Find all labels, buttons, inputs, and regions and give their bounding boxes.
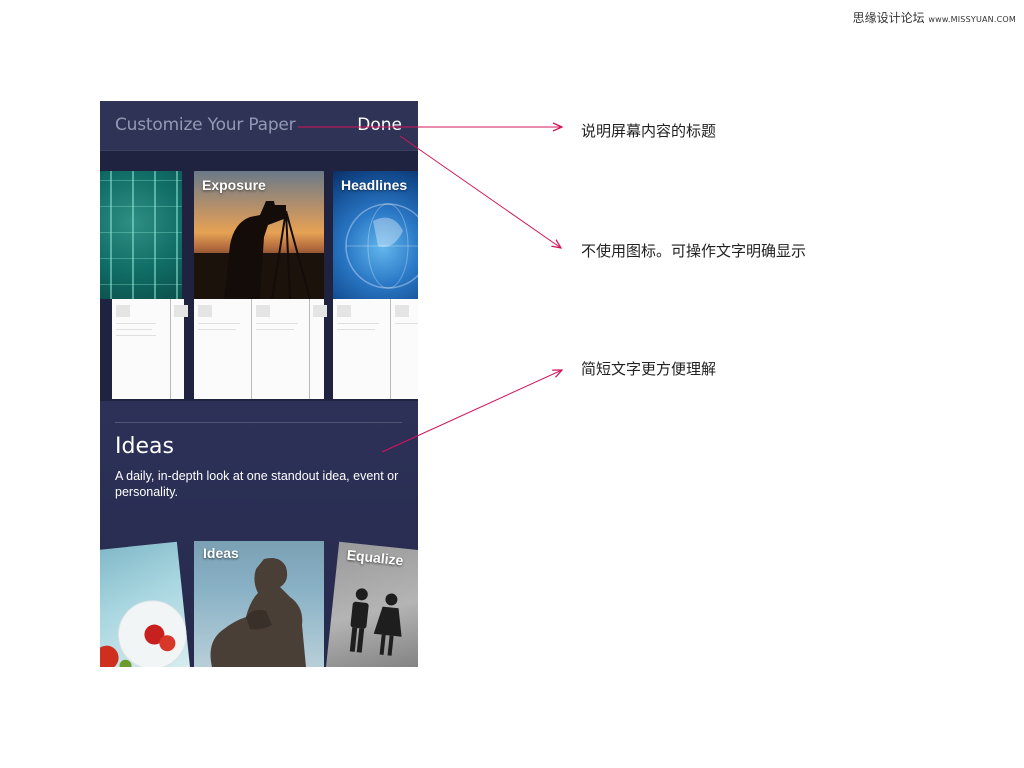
paper-cover-equalize[interactable]: Equalize: [326, 541, 418, 667]
phone-screen: Customize Your Paper Done Exposure Headl…: [100, 101, 418, 667]
paper-cover-exposure[interactable]: Exposure: [194, 171, 324, 299]
paper-cover-circuit[interactable]: [100, 171, 182, 299]
arrow-done: [399, 135, 561, 248]
annotation-title-note: 说明屏幕内容的标题: [581, 122, 717, 140]
done-button[interactable]: Done: [357, 115, 402, 135]
watermark: 思缘设计论坛 www.MISSYUAN.COM: [853, 9, 1016, 26]
section-title: Ideas: [115, 434, 174, 459]
nav-header: Customize Your Paper Done: [100, 101, 418, 151]
watermark-site: www.MISSYUAN.COM: [928, 15, 1016, 24]
section-description: A daily, in-depth look at one standout i…: [115, 469, 399, 499]
paper-pages-circuit: [112, 299, 188, 399]
page-title: Customize Your Paper: [115, 115, 296, 135]
watermark-cn: 思缘设计论坛: [852, 11, 925, 25]
paper-pages-exposure: [194, 299, 327, 399]
food-plate-icon: [100, 600, 187, 667]
paper-cover-headlines[interactable]: Headlines: [333, 171, 418, 299]
paper-cover-ideas[interactable]: Ideas: [194, 541, 324, 667]
paper-cover-food[interactable]: r: [100, 541, 190, 667]
paper-pages-headlines: [333, 299, 418, 399]
annotation-text-note: 简短文字更方便理解: [581, 360, 717, 378]
annotation-action-note: 不使用图标。可操作文字明确显示: [581, 242, 807, 260]
paper-label-headlines: Headlines: [341, 177, 408, 193]
section-divider: [115, 422, 402, 423]
paper-label-exposure: Exposure: [202, 177, 266, 193]
paper-label-ideas: Ideas: [203, 545, 239, 561]
